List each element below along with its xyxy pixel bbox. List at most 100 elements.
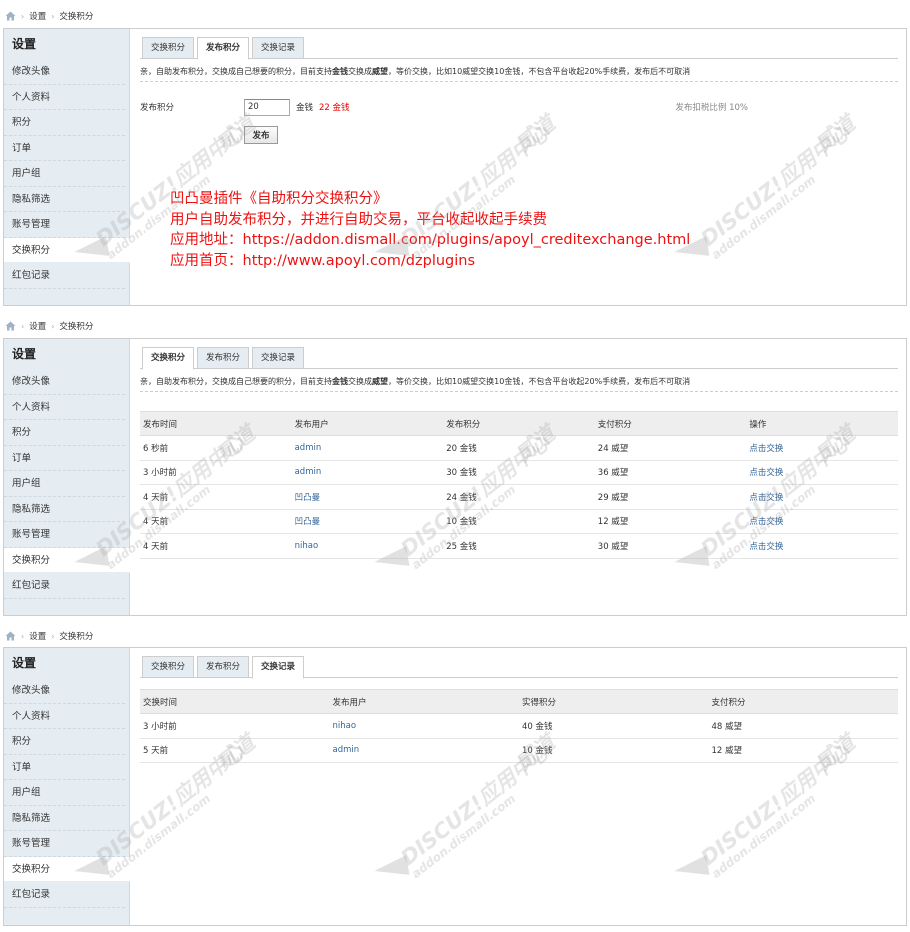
sidebar-item-credits[interactable]: 积分 <box>4 729 125 755</box>
breadcrumb-exchange[interactable]: 交换积分 <box>59 320 93 332</box>
sidebar-item-exchange[interactable]: 交换积分 <box>4 237 130 263</box>
main-content: 交换积分 发布积分 交换记录 交换时间 发布用户 实得积分 支付积分 3 小时前… <box>140 648 898 925</box>
pay-amount: 36 威望 <box>594 460 747 485</box>
user-link[interactable]: nihao <box>333 721 357 731</box>
pay-amount: 12 威望 <box>594 509 747 534</box>
publish-amount: 20 金钱 <box>443 435 595 461</box>
exchange-action-link[interactable]: 点击交换 <box>749 444 783 454</box>
sidebar-item-credits[interactable]: 积分 <box>4 420 125 446</box>
exchange-action-link[interactable]: 点击交换 <box>749 468 783 478</box>
notice-bold: 金钱 <box>332 377 348 386</box>
column-header: 支付积分 <box>708 689 898 714</box>
exchange-action-link[interactable]: 点击交换 <box>749 542 783 552</box>
user-link[interactable]: admin <box>295 467 322 477</box>
pay-amount: 30 威望 <box>594 533 747 559</box>
tab-exchange[interactable]: 交换积分 <box>142 37 195 59</box>
sidebar-item-profile[interactable]: 个人资料 <box>4 704 125 729</box>
exchange-time: 5 天前 <box>140 738 330 763</box>
sidebar-item-avatar[interactable]: 修改头像 <box>4 59 125 85</box>
column-header: 交换时间 <box>140 689 330 714</box>
home-icon[interactable] <box>5 11 16 21</box>
tab-bar: 交换积分 发布积分 交换记录 <box>140 347 898 370</box>
breadcrumb-settings[interactable]: 设置 <box>29 10 46 22</box>
pay-amount: 12 威望 <box>708 738 898 763</box>
breadcrumb-exchange[interactable]: 交换积分 <box>59 10 93 22</box>
sidebar-item-orders[interactable]: 订单 <box>4 136 125 161</box>
sidebar-item-usergroup[interactable]: 用户组 <box>4 471 125 497</box>
user-link[interactable]: nihao <box>295 541 319 551</box>
sidebar-item-account[interactable]: 账号管理 <box>4 212 125 238</box>
sidebar-item-exchange[interactable]: 交换积分 <box>4 547 130 573</box>
tab-publish[interactable]: 发布积分 <box>197 37 250 60</box>
sidebar-item-profile[interactable]: 个人资料 <box>4 85 125 110</box>
exchange-action-link[interactable]: 点击交换 <box>749 517 783 527</box>
received-amount: 10 金钱 <box>519 738 709 763</box>
listing-table-wrap: 发布时间 发布用户 发布积分 支付积分 操作 6 秒前 admin 20 金钱 <box>140 411 898 559</box>
sidebar: 设置 修改头像 个人资料 积分 订单 用户组 隐私筛选 账号管理 交换积分 红包… <box>4 339 130 615</box>
column-header: 实得积分 <box>519 689 709 714</box>
sidebar-item-exchange[interactable]: 交换积分 <box>4 856 130 882</box>
user-link[interactable]: admin <box>333 745 360 755</box>
tab-publish[interactable]: 发布积分 <box>197 656 250 678</box>
column-header: 发布时间 <box>140 411 292 436</box>
publish-amount: 25 金钱 <box>443 533 595 559</box>
tab-exchange[interactable]: 交换积分 <box>142 347 195 370</box>
notice-text: ，等价交换，比如10威望交换10金钱，不包含平台收起20%手续费，发布后不可取消 <box>388 67 691 76</box>
tab-publish[interactable]: 发布积分 <box>197 347 250 369</box>
tab-history[interactable]: 交换记录 <box>252 347 305 369</box>
sidebar-item-orders[interactable]: 订单 <box>4 446 125 471</box>
exchange-notice: 亲，自助发布积分，交换成自己想要的积分，目前支持金钱交换成威望，等价交换，比如1… <box>140 63 898 82</box>
sidebar-item-credits[interactable]: 积分 <box>4 110 125 136</box>
pay-amount: 24 威望 <box>594 435 747 461</box>
publish-time: 3 小时前 <box>140 460 292 485</box>
sidebar-item-usergroup[interactable]: 用户组 <box>4 161 125 187</box>
breadcrumb-separator: › <box>51 11 55 21</box>
sidebar-item-avatar[interactable]: 修改头像 <box>4 678 125 704</box>
breadcrumb-exchange[interactable]: 交换积分 <box>59 630 93 642</box>
breadcrumb-separator: › <box>21 11 25 21</box>
section-exchange: › 设置 › 交换积分 设置 修改头像 个人资料 积分 订单 用户组 隐私筛选 … <box>0 310 910 620</box>
tab-history[interactable]: 交换记录 <box>252 656 305 679</box>
settings-panel: 设置 修改头像 个人资料 积分 订单 用户组 隐私筛选 账号管理 交换积分 红包… <box>3 338 907 616</box>
breadcrumb: › 设置 › 交换积分 <box>5 319 93 333</box>
table-row: 3 小时前 admin 30 金钱 36 威望 点击交换 <box>140 460 898 485</box>
home-icon[interactable] <box>5 321 16 331</box>
breadcrumb: › 设置 › 交换积分 <box>5 629 93 643</box>
exchange-action-link[interactable]: 点击交换 <box>749 493 783 503</box>
sidebar-item-privacy[interactable]: 隐私筛选 <box>4 497 125 522</box>
table-row: 4 天前 nihao 25 金钱 30 威望 点击交换 <box>140 533 898 559</box>
sidebar-item-privacy[interactable]: 隐私筛选 <box>4 806 125 831</box>
notice-bold: 金钱 <box>332 67 348 76</box>
breadcrumb-settings[interactable]: 设置 <box>29 630 46 642</box>
notice-bold: 威望 <box>372 67 388 76</box>
user-link[interactable]: admin <box>295 443 322 453</box>
home-icon[interactable] <box>5 631 16 641</box>
sidebar-item-redpacket[interactable]: 红包记录 <box>4 263 125 289</box>
sidebar-item-orders[interactable]: 订单 <box>4 755 125 780</box>
listing-table: 发布时间 发布用户 发布积分 支付积分 操作 6 秒前 admin 20 金钱 <box>140 411 898 559</box>
pay-amount: 29 威望 <box>594 484 747 510</box>
tab-exchange[interactable]: 交换积分 <box>142 656 195 678</box>
sidebar-item-profile[interactable]: 个人资料 <box>4 395 125 420</box>
sidebar-item-account[interactable]: 账号管理 <box>4 522 125 548</box>
promo-line: 应用地址：https://addon.dismall.com/plugins/a… <box>170 232 691 248</box>
user-link[interactable]: 凹凸曼 <box>295 517 321 527</box>
sidebar-item-privacy[interactable]: 隐私筛选 <box>4 187 125 212</box>
notice-text: 亲，自助发布积分，交换成自己想要的积分，目前支持 <box>140 377 332 386</box>
sidebar-item-redpacket[interactable]: 红包记录 <box>4 882 125 908</box>
table-header-row: 交换时间 发布用户 实得积分 支付积分 <box>140 689 898 714</box>
sidebar-item-redpacket[interactable]: 红包记录 <box>4 573 125 599</box>
sidebar-item-avatar[interactable]: 修改头像 <box>4 369 125 395</box>
user-link[interactable]: 凹凸曼 <box>295 493 321 503</box>
sidebar-title: 设置 <box>12 347 37 361</box>
sidebar-item-usergroup[interactable]: 用户组 <box>4 780 125 806</box>
column-header: 支付积分 <box>594 411 747 436</box>
sidebar-item-account[interactable]: 账号管理 <box>4 831 125 857</box>
publish-time: 4 天前 <box>140 509 292 534</box>
sidebar-title: 设置 <box>12 37 37 51</box>
tab-history[interactable]: 交换记录 <box>252 37 305 59</box>
column-header: 发布用户 <box>291 411 444 436</box>
publish-button[interactable]: 发布 <box>244 126 278 144</box>
publish-amount-input[interactable] <box>244 98 290 116</box>
breadcrumb-settings[interactable]: 设置 <box>29 320 46 332</box>
